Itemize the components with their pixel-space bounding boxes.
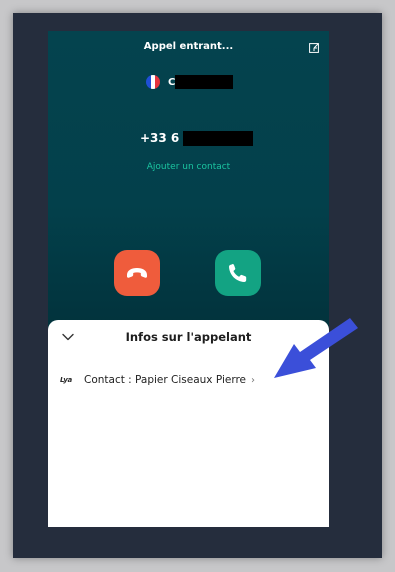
redacted-phone-number (183, 130, 254, 146)
contact-label: Contact : Papier Ciseaux Pierre (83, 374, 247, 386)
add-contact-link[interactable]: Ajouter un contact (48, 162, 329, 172)
annotation-arrow-icon (274, 318, 358, 378)
redacted-caller-name (175, 75, 234, 89)
lya-logo: Lya (60, 376, 72, 384)
decline-call-button[interactable] (114, 250, 160, 296)
phone-number: +33 6 (140, 131, 180, 145)
phone-hangup-icon (127, 268, 147, 278)
accept-call-button[interactable] (215, 250, 261, 296)
phone-number-row: +33 6 (140, 130, 254, 146)
france-flag-icon (146, 75, 160, 89)
caller-name: C (168, 76, 176, 88)
incoming-call-screen: Appel entrant... C +33 6 Ajouter un cont… (48, 31, 329, 527)
chevron-right-icon: › (251, 374, 256, 386)
call-title: Appel entrant... (143, 41, 234, 52)
phone-icon (229, 264, 247, 282)
contact-link-row[interactable]: Lya Contact : Papier Ciseaux Pierre › (60, 373, 255, 387)
caller-row: C (146, 74, 234, 90)
minimize-window-icon[interactable] (309, 43, 319, 53)
